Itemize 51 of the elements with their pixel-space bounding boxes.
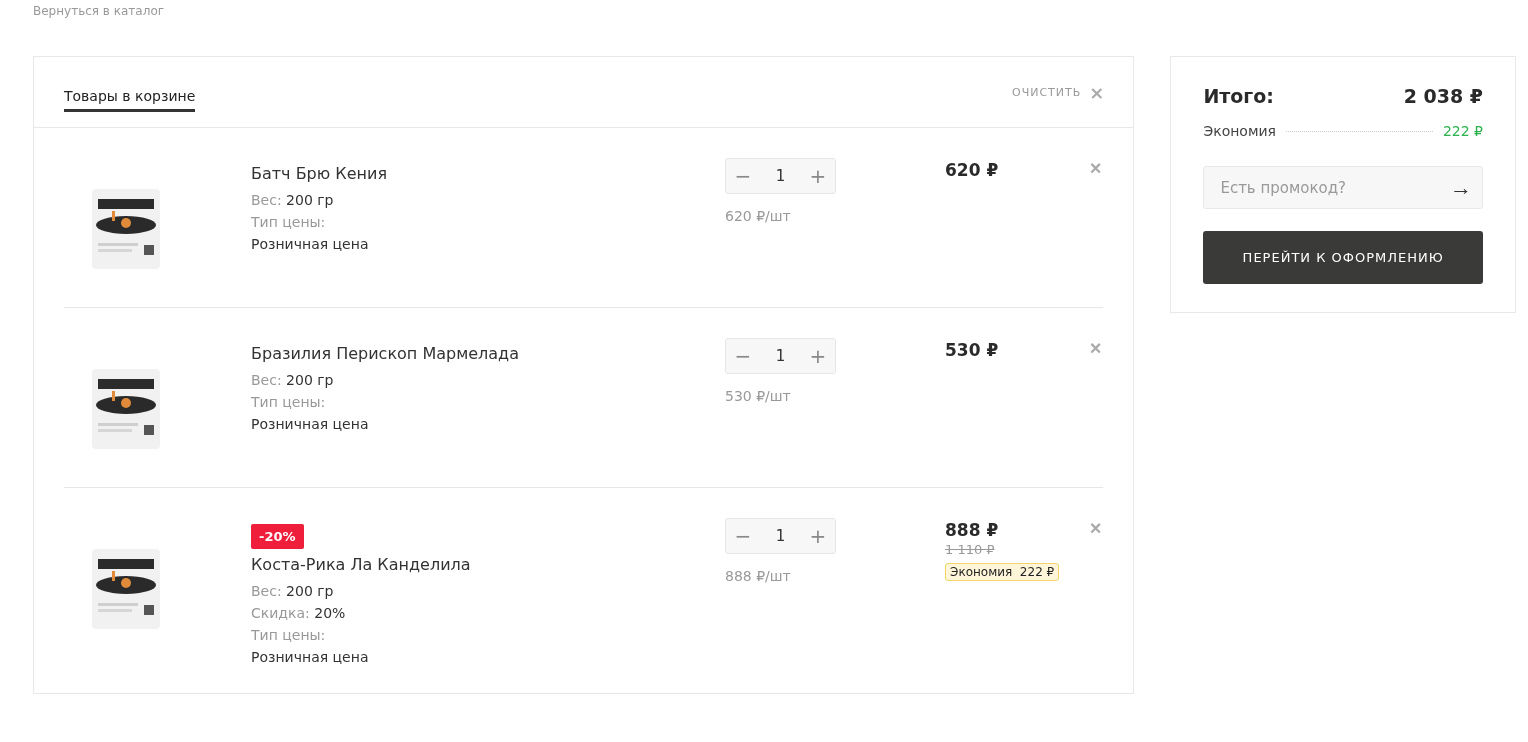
checkout-button[interactable]: ПЕРЕЙТИ К ОФОРМЛЕНИЮ bbox=[1203, 231, 1483, 284]
increase-button[interactable]: + bbox=[805, 164, 831, 188]
saving-badge: Экономия 222 ₽ bbox=[945, 563, 1060, 581]
remove-button[interactable]: × bbox=[1087, 518, 1104, 538]
unit-price: 530 ₽/шт bbox=[725, 388, 791, 404]
property-value: 200 гр bbox=[286, 192, 334, 208]
total-value: 2 038 ₽ bbox=[1403, 85, 1483, 107]
unit-price: 888 ₽/шт bbox=[725, 568, 791, 584]
property-value: Розничная цена bbox=[251, 649, 369, 665]
cart-tab[interactable]: Товары в корзине bbox=[64, 82, 196, 112]
quantity-value: 1 bbox=[775, 167, 786, 185]
quantity-stepper[interactable]: − 1 + bbox=[725, 158, 836, 194]
property-label: Вес: bbox=[251, 372, 282, 388]
property-value: Розничная цена bbox=[251, 416, 369, 432]
remove-button[interactable]: × bbox=[1087, 158, 1104, 178]
property-label: Тип цены: bbox=[251, 627, 326, 643]
property-label: Скидка: bbox=[251, 605, 310, 621]
decrease-button[interactable]: − bbox=[730, 164, 756, 188]
item-price: 888 ₽ bbox=[945, 520, 999, 540]
product-name[interactable]: Батч Брю Кения bbox=[251, 164, 387, 183]
quantity-value: 1 bbox=[775, 347, 786, 365]
saving-value: 222 ₽ bbox=[1442, 123, 1483, 139]
decrease-button[interactable]: − bbox=[730, 524, 756, 548]
property-label: Тип цены: bbox=[251, 214, 326, 230]
apply-arrow-button[interactable]: → bbox=[1450, 174, 1472, 201]
property-value: 20% bbox=[314, 605, 346, 621]
property-value: 200 гр bbox=[286, 583, 334, 599]
old-price: 1 110 ₽ bbox=[945, 542, 995, 557]
property-label: Вес: bbox=[251, 192, 282, 208]
product-name[interactable]: Коста-Рика Ла Канделила bbox=[251, 555, 471, 574]
promo-field[interactable]: Есть промокод? → bbox=[1203, 166, 1483, 209]
saving-label: Экономия bbox=[1203, 123, 1276, 139]
remove-button[interactable]: × bbox=[1087, 338, 1104, 358]
clear-button[interactable]: ОЧИСТИТЬ × bbox=[1012, 81, 1106, 103]
unit-price: 620 ₽/шт bbox=[725, 208, 791, 224]
increase-button[interactable]: + bbox=[805, 524, 831, 548]
quantity-stepper[interactable]: − 1 + bbox=[725, 338, 836, 374]
item-price: 530 ₽ bbox=[945, 340, 999, 360]
product-name[interactable]: Бразилия Перископ Мармелада bbox=[251, 344, 519, 363]
discount-badge: -20% bbox=[251, 524, 304, 549]
increase-button[interactable]: + bbox=[805, 344, 831, 368]
quantity-value: 1 bbox=[775, 527, 786, 545]
item-price: 620 ₽ bbox=[945, 160, 999, 180]
quantity-stepper[interactable]: − 1 + bbox=[725, 518, 836, 554]
decrease-button[interactable]: − bbox=[730, 344, 756, 368]
property-value: 200 гр bbox=[286, 372, 334, 388]
property-value: Розничная цена bbox=[251, 236, 369, 252]
property-label: Тип цены: bbox=[251, 394, 326, 410]
total-label: Итого: bbox=[1203, 85, 1274, 107]
property-label: Вес: bbox=[251, 583, 282, 599]
back-link[interactable]: Вернуться в каталог bbox=[33, 4, 165, 18]
